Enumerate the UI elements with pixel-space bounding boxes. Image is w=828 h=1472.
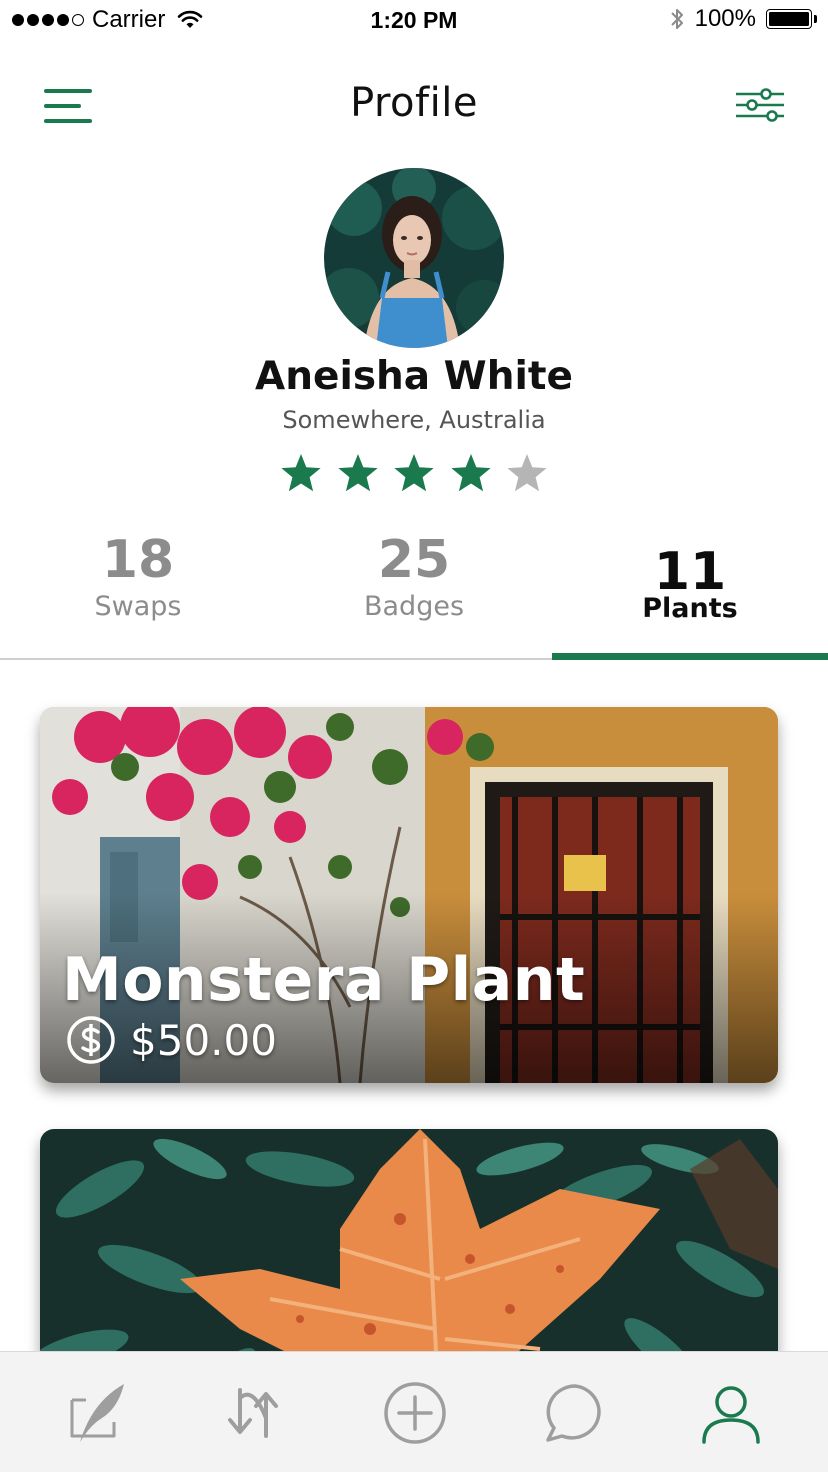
tab-badges[interactable]: 25 Badges	[276, 520, 552, 658]
tab-plants[interactable]: 11 Plants	[552, 520, 828, 658]
avatar[interactable]	[324, 168, 504, 348]
dollar-circle-icon	[67, 1016, 115, 1064]
tab-swaps[interactable]: 18 Swaps	[0, 520, 276, 658]
status-right: 100%	[669, 5, 817, 33]
user-name: Aneisha White	[255, 354, 573, 399]
price-value: $50.00	[130, 1015, 277, 1065]
battery-percent: 100%	[694, 5, 756, 32]
active-tab-indicator	[552, 653, 828, 660]
star-filled-icon	[450, 454, 491, 492]
add-circle-icon	[384, 1382, 446, 1444]
filter-sliders-icon	[736, 88, 784, 122]
tab-swaps[interactable]	[218, 1378, 288, 1448]
plant-title: Monstera Plant	[62, 945, 586, 1015]
swaps-label: Swaps	[94, 591, 182, 622]
feather-post-icon	[70, 1384, 124, 1442]
user-location: Somewhere, Australia	[282, 406, 546, 434]
star-filled-icon	[394, 454, 434, 492]
plant-card[interactable]: Monstera Plant $50.00	[40, 707, 778, 1083]
tab-profile[interactable]	[696, 1378, 766, 1448]
plants-count: 11	[653, 542, 727, 602]
chat-bubble-icon	[546, 1384, 601, 1442]
tab-messages[interactable]	[540, 1378, 610, 1448]
star-filled-icon	[281, 454, 321, 492]
swap-arrows-icon	[228, 1388, 278, 1438]
plants-label: Plants	[642, 593, 738, 624]
swaps-count: 18	[101, 530, 175, 590]
status-bar: Carrier 1:20 PM 100%	[0, 0, 828, 40]
bottom-tab-bar	[0, 1351, 828, 1472]
stats-tabs: 18 Swaps 25 Badges 11 Plants	[0, 520, 828, 660]
tab-add[interactable]	[380, 1378, 450, 1448]
badges-count: 25	[377, 530, 451, 590]
plant-price: $50.00	[66, 1015, 277, 1065]
header: Profile	[0, 60, 828, 152]
tab-feed[interactable]	[62, 1378, 132, 1448]
star-rating	[278, 448, 550, 498]
bluetooth-icon	[670, 9, 683, 29]
star-filled-icon	[337, 454, 378, 492]
star-empty-icon	[507, 454, 547, 492]
user-profile-icon	[702, 1386, 760, 1444]
filter-button[interactable]	[728, 78, 792, 132]
page-title: Profile	[350, 80, 478, 126]
battery-icon	[766, 9, 817, 29]
badges-label: Badges	[363, 591, 465, 622]
avatar-photo	[324, 168, 504, 348]
